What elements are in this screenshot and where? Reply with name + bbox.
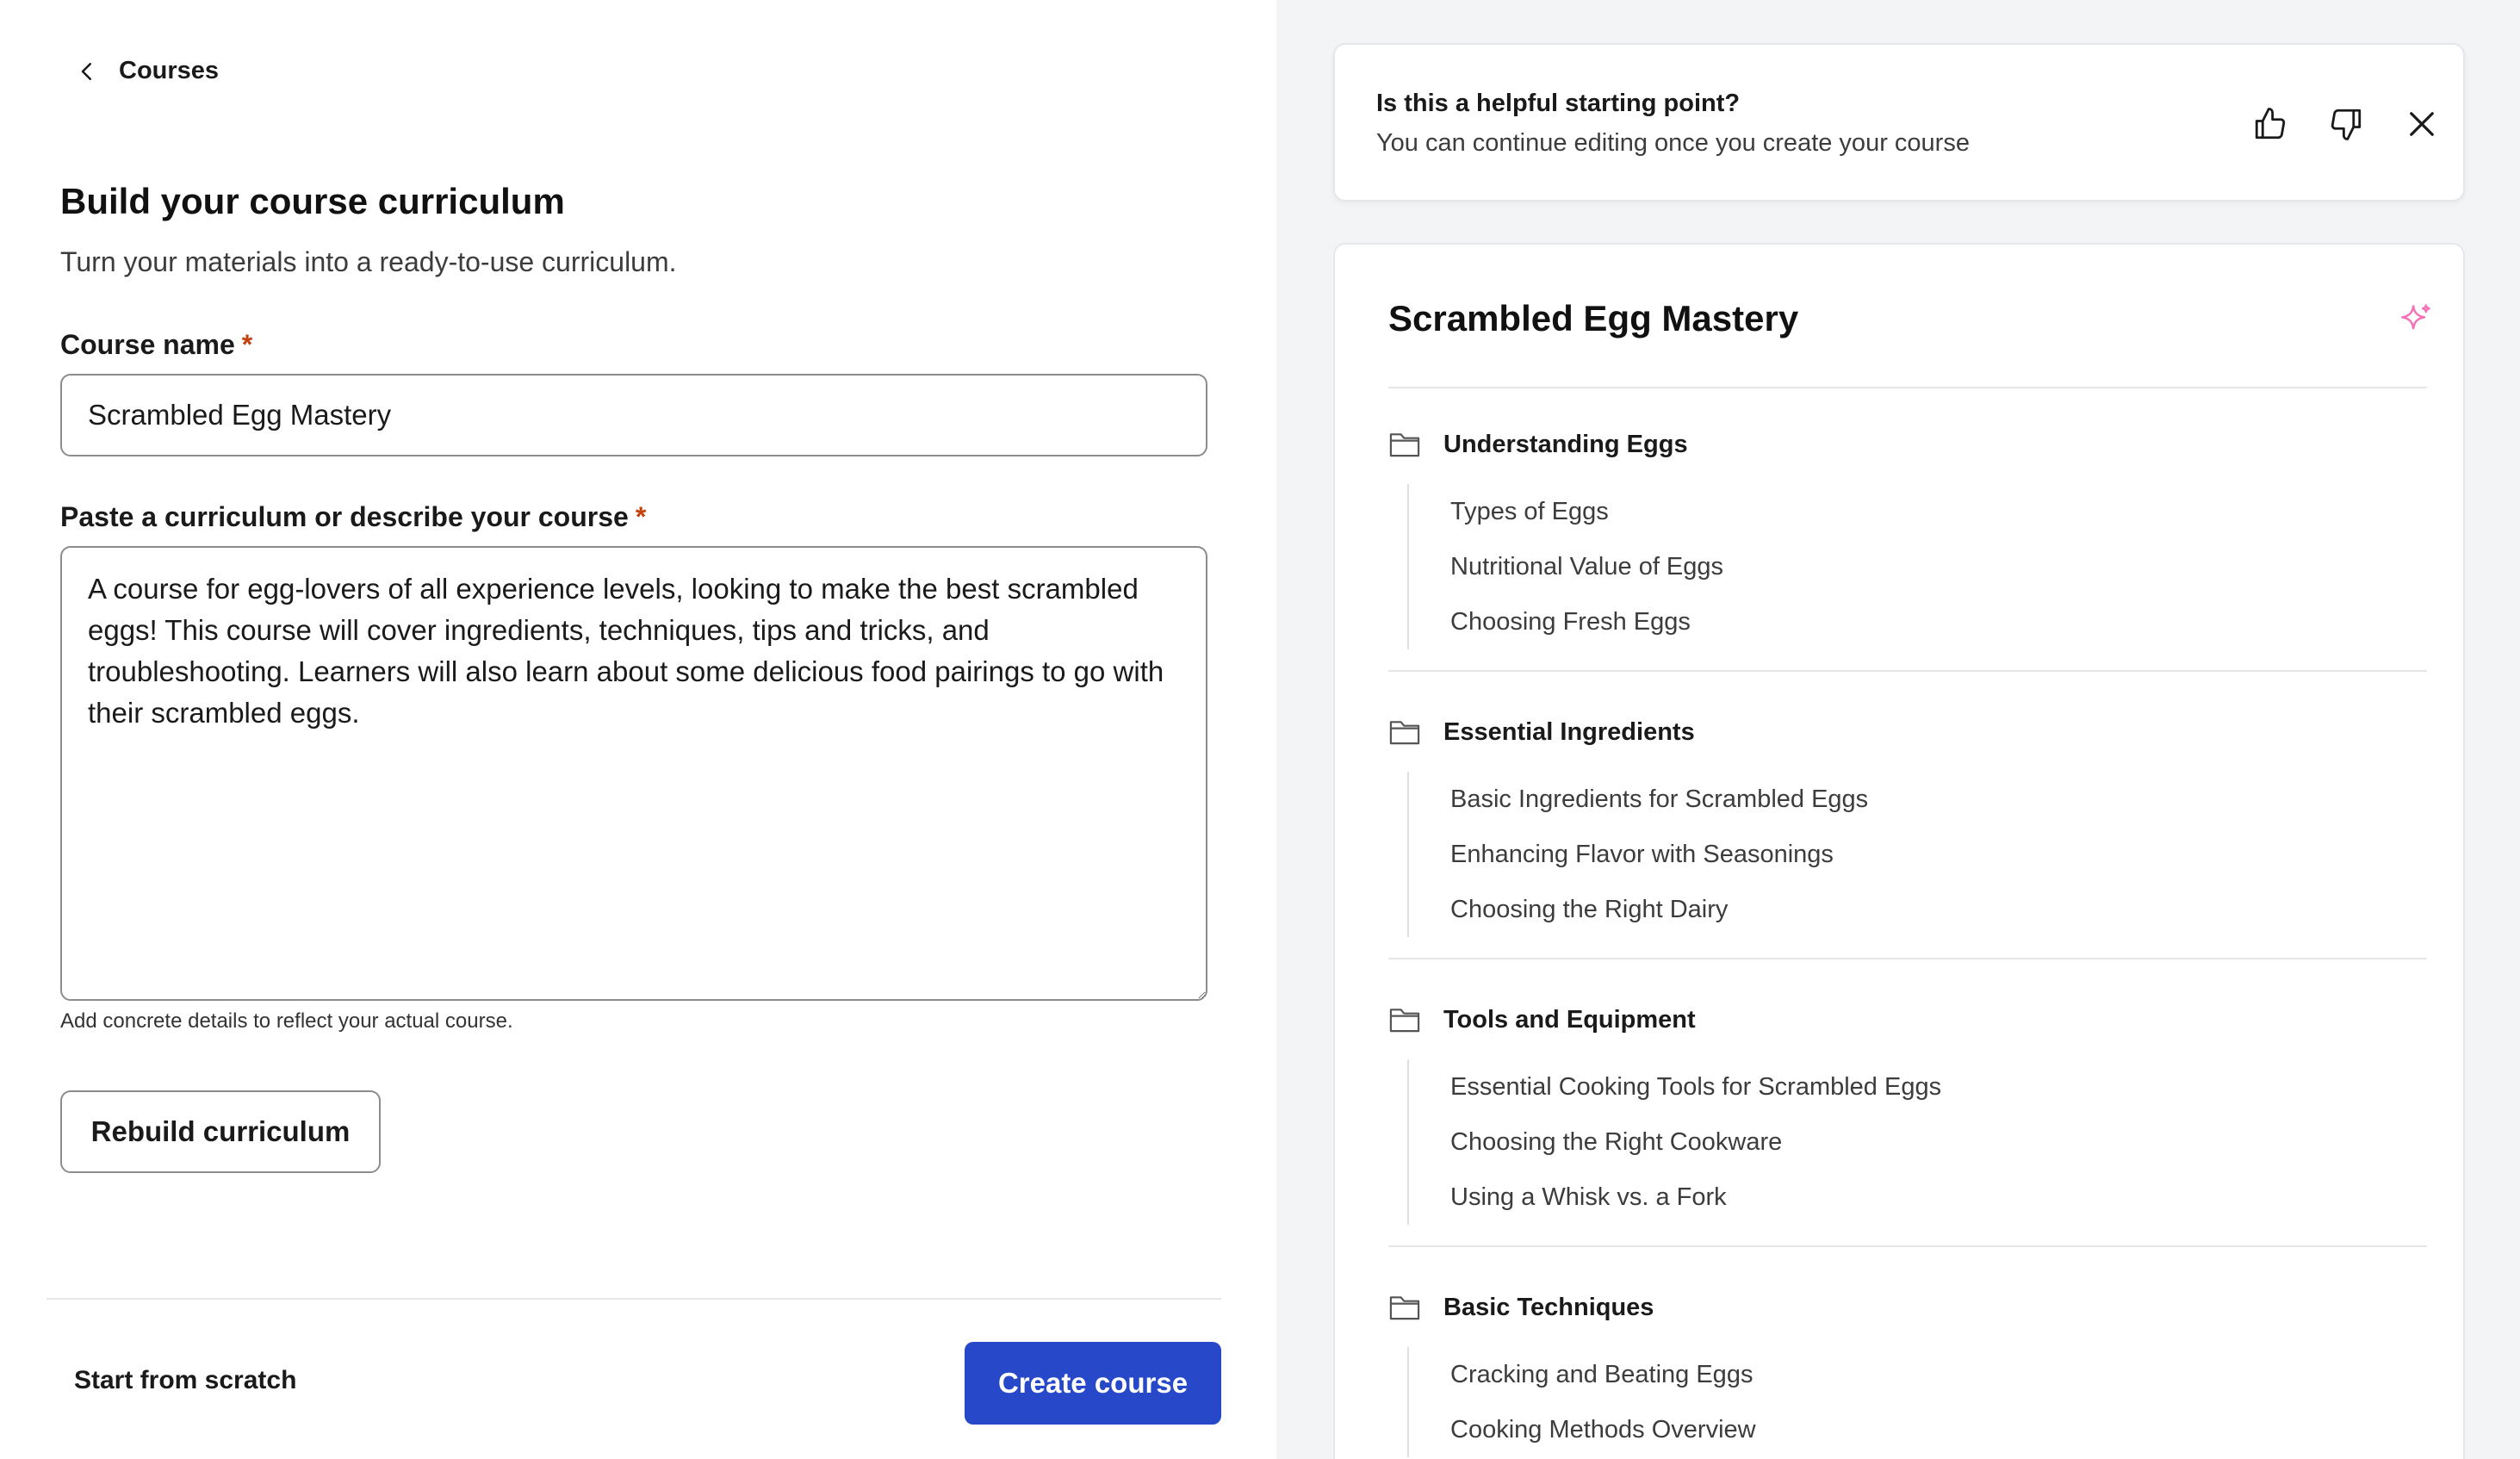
lesson-item[interactable]: Cooking Methods Overview: [1450, 1402, 2427, 1457]
course-name-input[interactable]: [60, 374, 1207, 456]
lesson-item[interactable]: Choosing Fresh Eggs: [1450, 594, 2427, 649]
back-to-courses-link[interactable]: Courses: [74, 57, 219, 85]
module-header[interactable]: Tools and Equipment: [1388, 1003, 2427, 1037]
thumbs-down-button[interactable]: [2325, 103, 2367, 145]
module-title: Understanding Eggs: [1443, 430, 1688, 458]
page-title: Build your course curriculum: [60, 181, 565, 221]
rebuild-curriculum-button[interactable]: Rebuild curriculum: [60, 1090, 381, 1173]
lesson-item[interactable]: Basic Ingredients for Scrambled Eggs: [1450, 772, 2427, 827]
module-title: Basic Techniques: [1443, 1293, 1654, 1321]
page-subtitle: Turn your materials into a ready-to-use …: [60, 246, 677, 277]
module-divider: [1388, 1245, 2427, 1247]
create-course-button[interactable]: Create course: [965, 1342, 1221, 1425]
lesson-item[interactable]: Choosing the Right Cookware: [1450, 1114, 2427, 1170]
outline-title-divider: [1388, 387, 2427, 388]
app-root: Courses Build your course curriculum Tur…: [0, 0, 2520, 1459]
outline-title: Scrambled Egg Mastery: [1388, 298, 1799, 338]
feedback-subtext: You can continue editing once you create…: [1376, 129, 1970, 157]
module-section: Understanding Eggs Types of Eggs Nutriti…: [1388, 427, 2427, 672]
chevron-left-icon: [81, 62, 91, 80]
lesson-list: Basic Ingredients for Scrambled Eggs Enh…: [1407, 772, 2427, 937]
description-hint: Add concrete details to reflect your act…: [60, 1009, 513, 1033]
course-name-label: Course name *: [60, 329, 252, 361]
lesson-item[interactable]: Nutritional Value of Eggs: [1450, 539, 2427, 594]
thumbs-down-icon: [2331, 109, 2362, 140]
lesson-list: Essential Cooking Tools for Scrambled Eg…: [1407, 1059, 2427, 1225]
folder-icon: [1389, 1009, 1420, 1033]
folder-icon: [1389, 1296, 1420, 1320]
course-description-textarea[interactable]: [60, 546, 1207, 1001]
lesson-list: Types of Eggs Nutritional Value of Eggs …: [1407, 484, 2427, 649]
module-title: Essential Ingredients: [1443, 717, 1695, 746]
required-marker: *: [635, 501, 647, 532]
feedback-question: Is this a helpful starting point?: [1376, 90, 1741, 117]
module-divider: [1388, 670, 2427, 672]
required-marker: *: [241, 329, 253, 360]
footer-divider: [47, 1298, 1221, 1300]
lesson-item[interactable]: Enhancing Flavor with Seasonings: [1450, 827, 2427, 882]
course-form-pane: Courses Build your course curriculum Tur…: [0, 0, 1276, 1459]
course-name-label-text: Course name: [60, 329, 235, 360]
module-title: Tools and Equipment: [1443, 1005, 1696, 1034]
curriculum-preview-pane: Is this a helpful starting point? You ca…: [1276, 0, 2520, 1459]
module-section: Tools and Equipment Essential Cooking To…: [1388, 1003, 2427, 1247]
thumbs-up-button[interactable]: [2250, 103, 2291, 145]
lesson-item[interactable]: Choosing the Right Dairy: [1450, 882, 2427, 937]
course-description-label: Paste a curriculum or describe your cour…: [60, 501, 646, 533]
lesson-item[interactable]: Cracking and Beating Eggs: [1450, 1347, 2427, 1402]
thumbs-up-icon: [2255, 108, 2286, 140]
module-divider: [1388, 958, 2427, 959]
lesson-item[interactable]: Essential Cooking Tools for Scrambled Eg…: [1450, 1059, 2427, 1114]
dismiss-feedback-button[interactable]: [2401, 103, 2442, 145]
folder-icon: [1389, 433, 1420, 457]
close-icon: [2410, 112, 2434, 136]
feedback-card: Is this a helpful starting point? You ca…: [1333, 43, 2465, 202]
curriculum-outline-card: Scrambled Egg Mastery Understanding Eggs…: [1333, 243, 2465, 1459]
module-section: Basic Techniques Cracking and Beating Eg…: [1388, 1290, 2427, 1457]
lesson-list: Cracking and Beating Eggs Cooking Method…: [1407, 1347, 2427, 1457]
start-from-scratch-button[interactable]: Start from scratch: [74, 1366, 296, 1395]
module-section: Essential Ingredients Basic Ingredients …: [1388, 715, 2427, 959]
folder-icon: [1389, 721, 1420, 745]
lesson-item[interactable]: Using a Whisk vs. a Fork: [1450, 1170, 2427, 1225]
module-header[interactable]: Basic Techniques: [1388, 1290, 2427, 1325]
back-label: Courses: [119, 57, 220, 84]
course-description-label-text: Paste a curriculum or describe your cour…: [60, 501, 629, 532]
lesson-item[interactable]: Types of Eggs: [1450, 484, 2427, 539]
module-header[interactable]: Understanding Eggs: [1388, 427, 2427, 462]
sparkle-icon[interactable]: [2396, 301, 2434, 339]
module-header[interactable]: Essential Ingredients: [1388, 715, 2427, 749]
